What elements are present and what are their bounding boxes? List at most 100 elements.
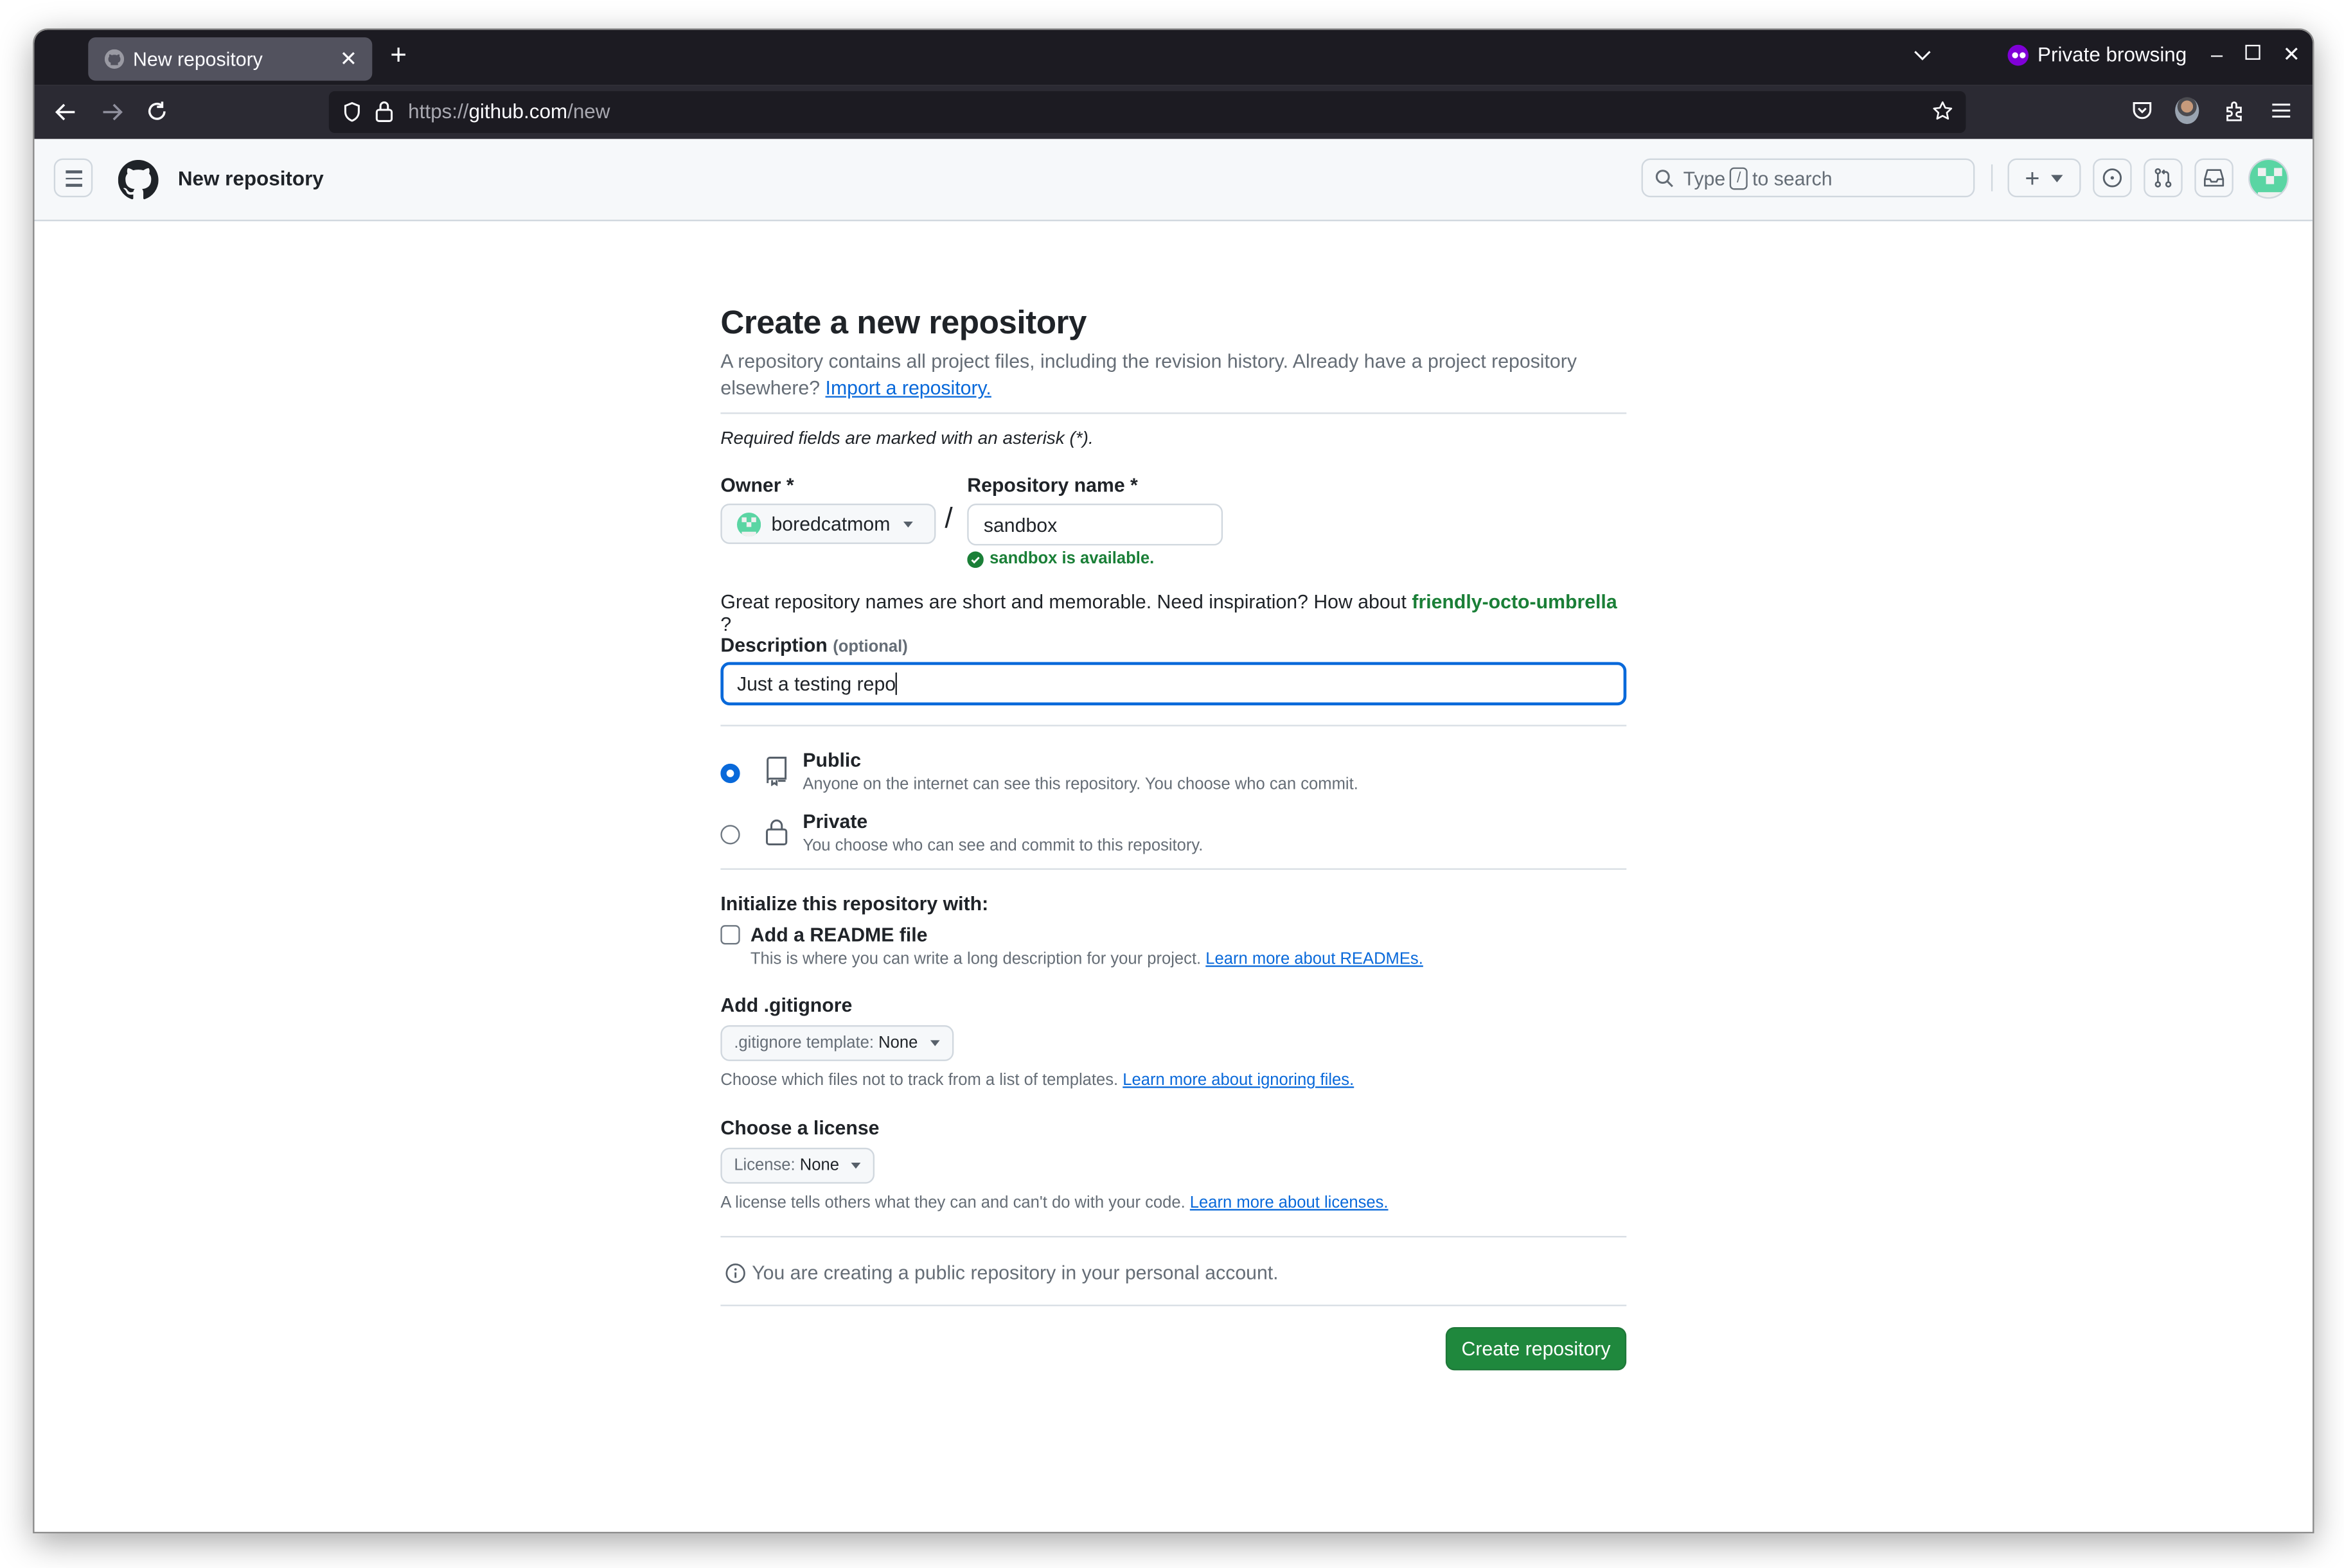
search-icon: [1655, 169, 1673, 187]
minimize-icon[interactable]: –: [2211, 42, 2223, 66]
gitignore-select-prefix: .gitignore template:: [734, 1034, 875, 1052]
issue-opened-icon: [2102, 168, 2122, 188]
notice-text: You are creating a public repository in …: [752, 1261, 1279, 1284]
tracking-protection-shield-icon[interactable]: [342, 101, 362, 123]
github-favicon-icon: [104, 49, 125, 69]
user-avatar[interactable]: [2248, 158, 2289, 199]
url-text: https://github.com/new: [408, 100, 610, 123]
text-cursor: [896, 672, 898, 695]
caret-down-icon: [2052, 174, 2064, 182]
reload-icon[interactable]: [143, 99, 170, 126]
close-window-icon[interactable]: ✕: [2283, 42, 2300, 67]
pull-requests-button[interactable]: [2144, 158, 2183, 198]
create-new-button[interactable]: +: [2007, 158, 2081, 198]
github-logo-icon[interactable]: [118, 159, 159, 200]
repo-book-icon: [767, 757, 787, 786]
description-label: Description (optional): [720, 633, 907, 656]
owner-label: Owner *: [720, 473, 794, 497]
pocket-icon[interactable]: [2130, 99, 2154, 123]
readme-help: This is where you can write a long descr…: [750, 951, 1423, 969]
github-header: New repository Type / to search +: [34, 139, 2313, 222]
open-navigation-button[interactable]: [53, 158, 93, 198]
issues-button[interactable]: [2093, 158, 2132, 198]
back-icon[interactable]: [52, 99, 79, 126]
owner-value: boredcatmom: [771, 512, 891, 535]
license-help: A license tells others what they can and…: [720, 1194, 1388, 1212]
description-input[interactable]: Just a testing repo: [720, 662, 1627, 706]
suggested-name-button[interactable]: friendly-octo-umbrella: [1412, 590, 1617, 613]
owner-select[interactable]: boredcatmom: [720, 504, 936, 544]
search-shortcut-key: /: [1730, 166, 1748, 189]
plus-icon: +: [2025, 163, 2040, 192]
check-circle-fill-icon: [967, 551, 984, 567]
tab-title: New repository: [133, 48, 263, 71]
url-bar[interactable]: https://github.com/new: [328, 91, 1966, 134]
gitignore-select-value: None: [878, 1034, 918, 1052]
visibility-public-desc: Anyone on the internet can see this repo…: [803, 775, 1358, 794]
name-inspiration: Great repository names are short and mem…: [720, 590, 1626, 635]
availability-status: sandbox is available.: [967, 550, 1154, 568]
tab-close-icon[interactable]: ✕: [340, 46, 357, 72]
account-avatar[interactable]: [2175, 97, 2199, 125]
visibility-private-title: Private: [803, 809, 868, 832]
identicon-avatar-icon: [2250, 159, 2287, 198]
extensions-puzzle-icon[interactable]: [2223, 99, 2247, 123]
page-title: Create a new repository: [720, 303, 1087, 341]
hamburger-line: [66, 184, 82, 186]
gitignore-help-text: Choose which files not to track from a l…: [720, 1071, 1119, 1090]
learn-more-readmes-link[interactable]: Learn more about READMEs.: [1205, 951, 1423, 969]
caret-down-icon: [930, 1040, 940, 1046]
availability-text: sandbox is available.: [990, 550, 1155, 568]
page-lead: A repository contains all project files,…: [720, 348, 1626, 402]
chevron-down-icon[interactable]: [1912, 45, 1933, 66]
add-readme-checkbox[interactable]: [720, 925, 740, 945]
inspiration-suffix: ?: [720, 612, 732, 635]
tab-new-repository[interactable]: New repository ✕: [88, 37, 373, 81]
divider: [720, 1305, 1627, 1307]
add-readme-label[interactable]: Add a README file: [750, 924, 928, 946]
app-menu-icon[interactable]: [2269, 99, 2293, 123]
inspiration-text: Great repository names are short and mem…: [720, 590, 1407, 613]
search-input[interactable]: Type / to search: [1641, 158, 1975, 198]
maximize-icon[interactable]: [2245, 44, 2260, 60]
search-suffix: to search: [1752, 166, 1833, 189]
description-label-text: Description: [720, 633, 828, 656]
owner-repo-separator: /: [945, 504, 953, 535]
inbox-button[interactable]: [2194, 158, 2233, 198]
info-icon: [725, 1262, 745, 1283]
lock-icon: [765, 819, 788, 846]
initialize-heading: Initialize this repository with:: [720, 892, 989, 915]
identicon-avatar-icon: [736, 511, 761, 536]
gitignore-template-select[interactable]: .gitignore template: None: [720, 1025, 954, 1061]
license-select-value: None: [799, 1156, 839, 1175]
repository-name-value: sandbox: [983, 513, 1058, 536]
optional-tag: (optional): [833, 638, 908, 656]
divider: [720, 1236, 1627, 1238]
divider: [720, 868, 1627, 870]
visibility-public-title: Public: [803, 748, 862, 771]
repository-name-label: Repository name *: [967, 473, 1138, 497]
import-repository-link[interactable]: Import a repository.: [826, 376, 991, 399]
navigation-bar: https://github.com/new: [34, 85, 2313, 139]
learn-more-ignoring-files-link[interactable]: Learn more about ignoring files.: [1123, 1071, 1354, 1089]
git-pull-request-icon: [2154, 168, 2172, 188]
lock-icon[interactable]: [375, 100, 393, 123]
forward-icon[interactable]: [99, 99, 126, 126]
license-select[interactable]: License: None: [720, 1147, 875, 1184]
visibility-public-radio[interactable]: [720, 763, 740, 784]
private-browsing-indicator: Private browsing: [2007, 43, 2187, 66]
owner-avatar: [736, 511, 761, 536]
repository-name-input[interactable]: sandbox: [967, 504, 1223, 546]
inbox-icon: [2204, 169, 2224, 187]
divider: [720, 412, 1627, 414]
gitignore-heading: Add .gitignore: [720, 994, 853, 1017]
gitignore-help: Choose which files not to track from a l…: [720, 1071, 1354, 1089]
new-tab-button[interactable]: +: [390, 40, 407, 73]
required-fields-note: Required fields are marked with an aster…: [720, 427, 1094, 448]
header-divider: [1991, 164, 1993, 191]
create-repository-button[interactable]: Create repository: [1445, 1326, 1627, 1371]
private-browsing-label: Private browsing: [2038, 43, 2187, 66]
learn-more-licenses-link[interactable]: Learn more about licenses.: [1190, 1194, 1389, 1212]
visibility-private-radio[interactable]: [720, 825, 740, 845]
bookmark-star-icon[interactable]: [1931, 100, 1954, 123]
